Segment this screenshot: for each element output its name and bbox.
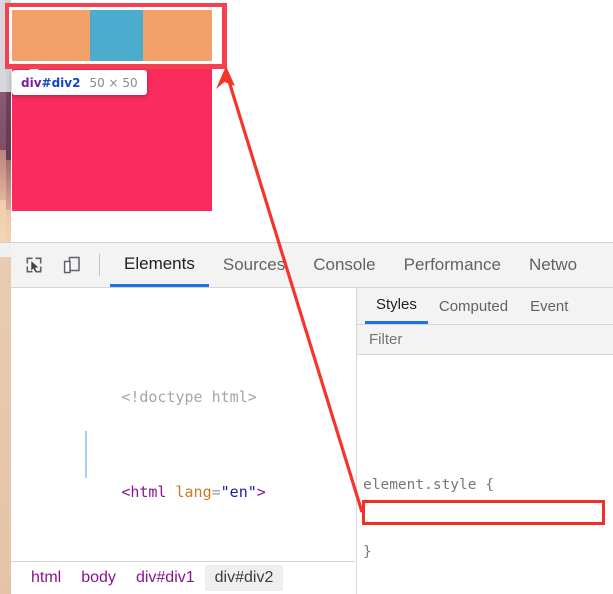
devtools-panel: Elements Sources Console Performance Net… bbox=[0, 242, 613, 594]
dom-tree: <!doctype html> <html lang="en"> ▶<head>… bbox=[11, 288, 355, 594]
tab-computed[interactable]: Computed bbox=[428, 288, 519, 324]
element-style-open: element.style { bbox=[363, 474, 613, 497]
breadcrumb-item-div2[interactable]: div#div2 bbox=[205, 565, 284, 591]
dom-doctype: <!doctype html> bbox=[121, 388, 256, 406]
tab-network[interactable]: Netwo bbox=[515, 244, 591, 287]
tooltip-element-id: #div2 bbox=[42, 76, 81, 90]
tab-performance[interactable]: Performance bbox=[390, 244, 515, 287]
styles-pane: Styles Computed Event element.style { } … bbox=[356, 288, 613, 594]
tab-console[interactable]: Console bbox=[299, 244, 389, 287]
tooltip-tag-name: div bbox=[21, 76, 42, 90]
breadcrumb-item-html[interactable]: html bbox=[21, 565, 71, 591]
dom-row[interactable]: <html lang="en"> bbox=[11, 457, 355, 481]
dom-child-indent-guide bbox=[85, 431, 87, 478]
element-style-rule[interactable]: element.style { } bbox=[363, 429, 613, 594]
styles-pane-tabs: Styles Computed Event bbox=[357, 288, 613, 325]
device-toolbar-icon[interactable] bbox=[57, 250, 87, 280]
dom-tree-pane: <!doctype html> <html lang="en"> ▶<head>… bbox=[11, 288, 355, 594]
breadcrumb-item-div1[interactable]: div#div1 bbox=[126, 565, 205, 591]
breadcrumb-item-body[interactable]: body bbox=[71, 565, 126, 591]
devtools-left-edge bbox=[0, 243, 11, 594]
tab-event-listeners[interactable]: Event bbox=[519, 288, 579, 324]
element-inspect-tooltip: div#div2 50 × 50 bbox=[12, 70, 147, 95]
styles-filter-row bbox=[357, 325, 613, 355]
browser-page-viewport: div#div2 50 × 50 bbox=[0, 0, 613, 242]
tab-styles[interactable]: Styles bbox=[365, 288, 428, 324]
tab-elements[interactable]: Elements bbox=[110, 244, 209, 287]
element-highlight-outline bbox=[5, 3, 226, 68]
inspect-element-icon[interactable] bbox=[19, 250, 49, 280]
tab-sources[interactable]: Sources bbox=[209, 244, 299, 287]
styles-filter-input[interactable] bbox=[367, 330, 591, 349]
toolbar-separator bbox=[99, 254, 100, 276]
devtools-toolbar: Elements Sources Console Performance Net… bbox=[11, 243, 613, 288]
tooltip-label: div#div2 bbox=[21, 76, 80, 90]
devtools-body: <!doctype html> <html lang="en"> ▶<head>… bbox=[11, 288, 613, 594]
dom-row[interactable]: <!doctype html> bbox=[11, 363, 355, 387]
tooltip-dimensions: 50 × 50 bbox=[89, 76, 137, 90]
styles-content: element.style { } #div2 { width: 50px; b… bbox=[357, 355, 613, 594]
element-style-close: } bbox=[363, 541, 613, 564]
breadcrumb: html body div#div1 div#div2 bbox=[11, 561, 355, 594]
